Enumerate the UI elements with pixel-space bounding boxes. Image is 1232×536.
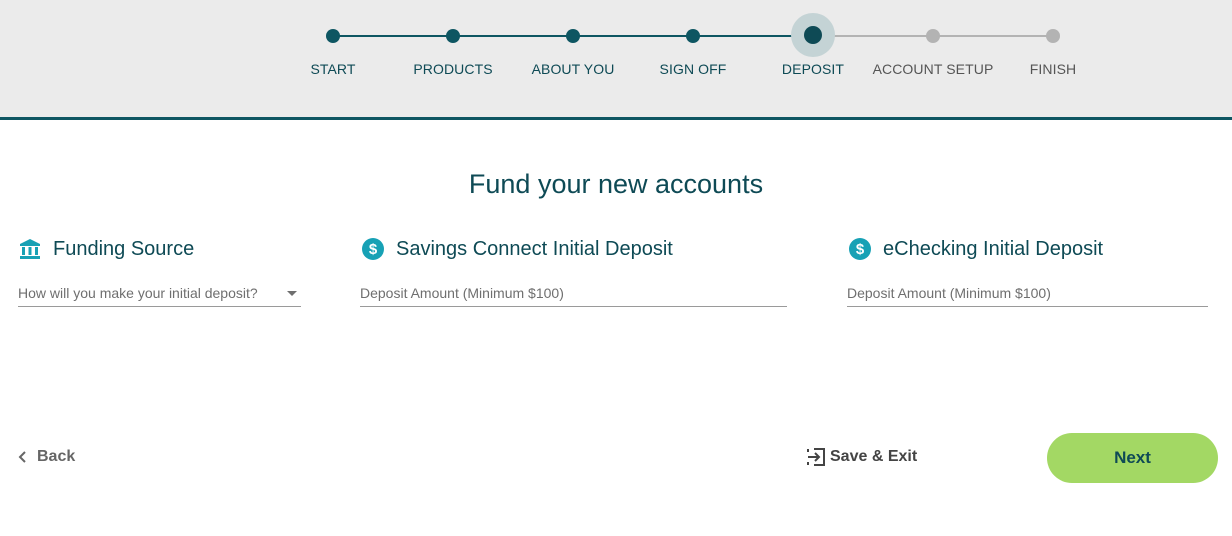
step-label: FINISH <box>1029 61 1077 77</box>
step-products: PRODUCTS <box>383 0 523 117</box>
stepper-divider <box>0 117 1232 120</box>
next-button[interactable]: Next <box>1047 433 1218 483</box>
page-title: Fund your new accounts <box>468 169 764 199</box>
step-dot <box>686 29 700 43</box>
step-label: ABOUT YOU <box>531 61 615 77</box>
step-dot <box>1046 29 1060 43</box>
progress-stepper: START PRODUCTS ABOUT YOU SIGN OFF DEPOSI… <box>0 0 1232 117</box>
step-label: START <box>310 61 356 77</box>
savings-deposit-header: $ Savings Connect Initial Deposit <box>362 236 673 262</box>
step-dot <box>566 29 580 43</box>
funding-source-title: Funding Source <box>53 237 195 260</box>
chevron-left-icon <box>18 451 26 463</box>
dollar-coin-icon: $ <box>362 238 384 260</box>
back-button[interactable]: Back <box>18 446 75 468</box>
funding-source-select[interactable]: How will you make your initial deposit? <box>18 281 301 307</box>
step-deposit: DEPOSIT <box>743 0 883 117</box>
dollar-coin-icon: $ <box>849 238 871 260</box>
step-sign-off: SIGN OFF <box>623 0 763 117</box>
step-dot <box>446 29 460 43</box>
checking-deposit-amount-input[interactable]: Deposit Amount (Minimum $100) <box>847 281 1208 307</box>
funding-source-header: Funding Source <box>19 236 194 262</box>
next-label: Next <box>1114 448 1151 467</box>
bank-icon <box>19 238 41 260</box>
step-start: START <box>263 0 403 117</box>
savings-deposit-placeholder: Deposit Amount (Minimum $100) <box>360 285 564 301</box>
funding-source-placeholder: How will you make your initial deposit? <box>18 285 258 301</box>
chevron-down-icon <box>287 291 297 296</box>
exit-icon <box>807 448 825 466</box>
savings-deposit-title: Savings Connect Initial Deposit <box>396 237 673 260</box>
checking-deposit-header: $ eChecking Initial Deposit <box>849 236 1103 262</box>
step-label: PRODUCTS <box>413 61 493 77</box>
back-label: Back <box>37 448 76 465</box>
step-dot <box>326 29 340 43</box>
step-account-setup: ACCOUNT SETUP <box>863 0 1003 117</box>
save-exit-button[interactable]: Save & Exit <box>806 446 917 468</box>
step-dot <box>804 26 822 44</box>
save-exit-label: Save & Exit <box>830 448 918 465</box>
savings-deposit-amount-input[interactable]: Deposit Amount (Minimum $100) <box>360 281 787 307</box>
step-label: DEPOSIT <box>781 61 845 77</box>
step-label: ACCOUNT SETUP <box>872 61 994 77</box>
step-about-you: ABOUT YOU <box>503 0 643 117</box>
checking-deposit-placeholder: Deposit Amount (Minimum $100) <box>847 285 1051 301</box>
step-finish: FINISH <box>983 0 1123 117</box>
step-dot <box>926 29 940 43</box>
checking-deposit-title: eChecking Initial Deposit <box>883 237 1104 260</box>
step-label: SIGN OFF <box>659 61 727 77</box>
